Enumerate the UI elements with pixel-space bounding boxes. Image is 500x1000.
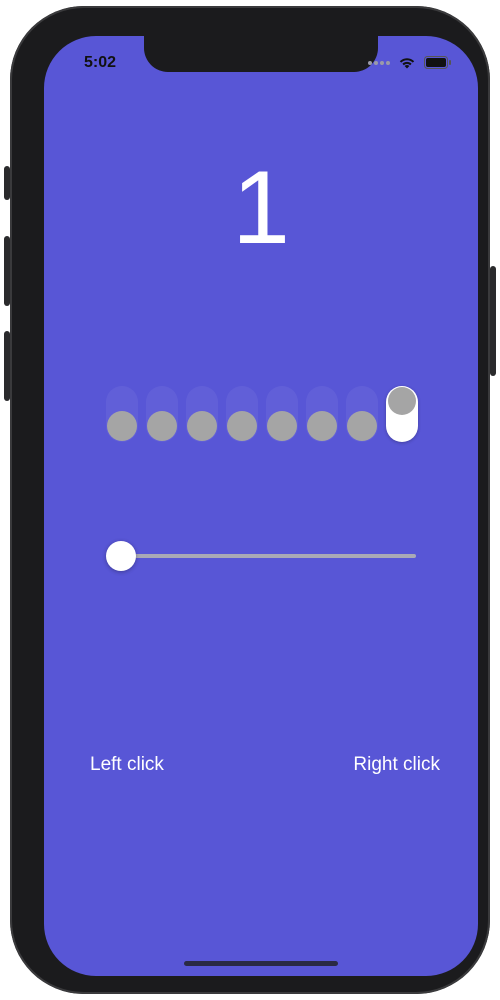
toggle-knob [107,411,137,441]
volume-up-button [4,236,10,306]
signal-icon [368,60,390,65]
toggle-knob [388,387,416,415]
slider-thumb[interactable] [106,541,136,571]
status-time: 5:02 [84,54,117,71]
app-screen: 5:02 1 Left click Right click [44,36,478,976]
toggle-switch-2[interactable] [146,386,178,442]
notch [144,36,378,72]
toggle-knob [187,411,217,441]
home-indicator [184,961,338,966]
toggle-switch-4[interactable] [226,386,258,442]
toggle-switch-7[interactable] [346,386,378,442]
counter-value: 1 [232,150,290,266]
toggle-knob [267,411,297,441]
toggle-switch-8[interactable] [386,386,418,442]
power-button [490,266,496,376]
battery-icon [424,56,451,69]
toggle-knob [147,411,177,441]
phone-frame: 5:02 1 Left click Right click [4,6,496,994]
toggle-switch-5[interactable] [266,386,298,442]
switch-row [106,386,422,446]
wifi-icon [399,58,415,69]
volume-down-button [4,331,10,401]
silent-switch [4,166,10,200]
toggle-switch-1[interactable] [106,386,138,442]
toggle-switch-3[interactable] [186,386,218,442]
toggle-switch-6[interactable] [306,386,338,442]
toggle-knob [347,411,377,441]
slider[interactable] [106,541,416,571]
toggle-knob [307,411,337,441]
right-click-button[interactable]: Right click [353,754,440,776]
status-icons [368,56,452,69]
slider-track[interactable] [120,554,416,558]
toggle-knob [227,411,257,441]
left-click-button[interactable]: Left click [90,754,164,776]
